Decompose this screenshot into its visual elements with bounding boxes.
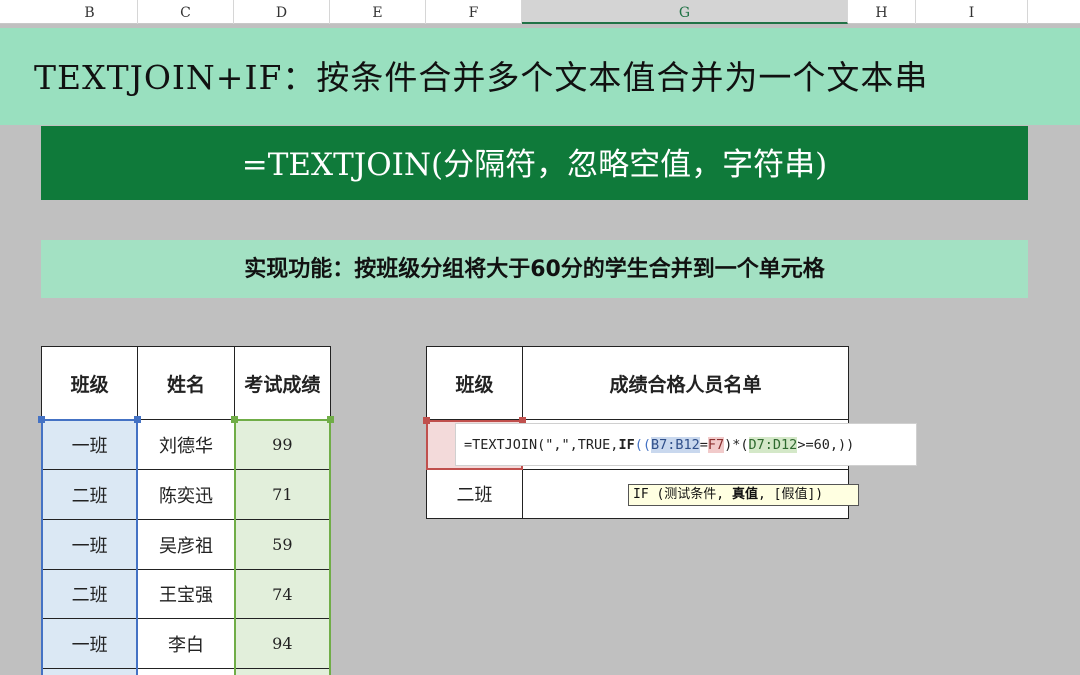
formula-ref-b7-b12: B7:B12 [650, 437, 700, 453]
header-result-class[interactable]: 班级 [426, 346, 523, 420]
range-highlight-b7-b12 [41, 419, 138, 675]
range-handle[interactable] [231, 416, 238, 423]
formula-part: >=60 [797, 437, 830, 453]
column-header-b[interactable]: B [42, 0, 138, 24]
range-handle[interactable] [423, 417, 430, 424]
header-result-list[interactable]: 成绩合格人员名单 [522, 346, 849, 420]
formula-ref-f7: F7 [707, 437, 725, 453]
range-highlight-d7-d12 [234, 419, 331, 675]
range-handle[interactable] [327, 416, 334, 423]
column-header-e[interactable]: E [330, 0, 426, 24]
function-description: 实现功能：按班级分组将大于60分的学生合并到一个单元格 [244, 257, 825, 282]
page-title: TEXTJOIN+IF：按条件合并多个文本值合并为一个文本串 [34, 58, 929, 97]
cell-formula-editor[interactable]: =TEXTJOIN(",",TRUE,IF((B7:B12=F7)*(D7:D1… [455, 423, 917, 466]
formula-part: (( [634, 437, 651, 453]
name-cell[interactable]: 王宝强 [137, 569, 235, 619]
name-cell[interactable]: 刘德华 [137, 419, 235, 470]
name-cell[interactable]: 陈奕迅 [137, 469, 235, 520]
column-header-i[interactable]: I [916, 0, 1028, 24]
range-handle[interactable] [134, 416, 141, 423]
tooltip-current-arg: 真值 [731, 487, 758, 502]
name-cell[interactable] [137, 668, 235, 675]
tooltip-part: IF (测试条件, [633, 487, 732, 502]
formula-part: )*( [724, 437, 749, 453]
column-header-d[interactable]: D [234, 0, 330, 24]
formula-function-if: IF [618, 437, 635, 453]
name-cell[interactable]: 吴彦祖 [137, 519, 235, 570]
result-class-cell[interactable]: 二班 [426, 469, 523, 519]
formula-part: = [699, 437, 708, 453]
function-tooltip: IF (测试条件, 真值, [假值]) [628, 484, 859, 506]
column-header-g[interactable]: G [522, 0, 848, 24]
syntax-band: =TEXTJOIN(分隔符，忽略空值，字符串) [41, 126, 1028, 200]
formula-part: =TEXTJOIN(",",TRUE, [464, 437, 619, 453]
formula-ref-d7-d12: D7:D12 [748, 437, 798, 453]
header-name[interactable]: 姓名 [137, 346, 235, 420]
formula-part: ,)) [829, 437, 855, 453]
header-class[interactable]: 班级 [40, 346, 139, 420]
header-score[interactable]: 考试成绩 [233, 346, 332, 420]
name-cell[interactable]: 李白 [137, 618, 235, 669]
column-header-f[interactable]: F [426, 0, 522, 24]
range-handle[interactable] [38, 416, 45, 423]
tooltip-part: , [假值]) [757, 487, 824, 502]
syntax-text: =TEXTJOIN(分隔符，忽略空值，字符串) [241, 147, 828, 183]
title-band: TEXTJOIN+IF：按条件合并多个文本值合并为一个文本串 [0, 28, 1080, 125]
function-band: 实现功能：按班级分组将大于60分的学生合并到一个单元格 [41, 240, 1028, 298]
column-header-bar: B C D E F G H I [0, 0, 1080, 24]
column-header-c[interactable]: C [138, 0, 234, 24]
column-header-h[interactable]: H [848, 0, 916, 24]
